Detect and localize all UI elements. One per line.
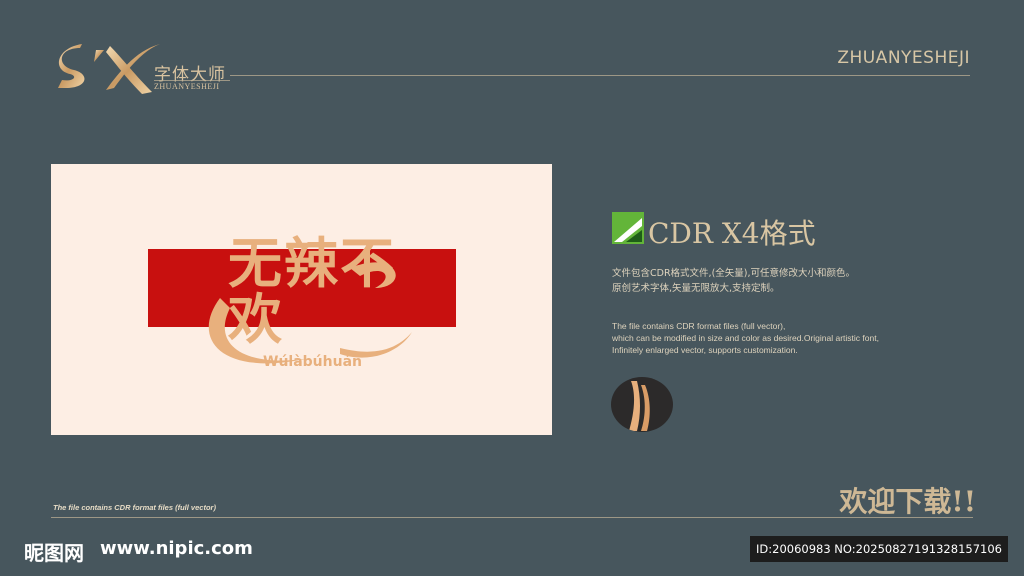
calligraphy-text: 无辣不欢 (228, 232, 396, 351)
welcome-text: 欢迎下载!! (839, 485, 976, 518)
pinyin-label: Wúlàbúhuán (263, 354, 362, 370)
site-url[interactable]: www.nipic.com (100, 538, 253, 559)
description-en-line-3: Infinitely enlarged vector, supports cus… (612, 345, 798, 355)
description-en-line-1: The file contains CDR format files (full… (612, 321, 786, 331)
brand-name: ZHUANYESHEJI (837, 48, 970, 68)
logo-underline (154, 80, 230, 81)
description-cn-line-1: 文件包含CDR格式文件,(全矢量),可任意修改大小和颜色。 (612, 268, 856, 279)
description-en-line-2: which can be modified in size and color … (612, 333, 879, 343)
format-title: CDR X4格式 (648, 217, 816, 250)
logo-english-name: ZHUANYESHEJI (154, 82, 220, 91)
description-cn-line-2: 原创艺术字体,矢量无限放大,支持定制。 (612, 283, 780, 294)
footer-rule (51, 517, 973, 518)
header-rule (230, 75, 970, 76)
site-name: 昵图网 (24, 541, 84, 565)
coreldraw-icon (612, 212, 644, 244)
image-id-label: ID:20060983 NO:20250827191328157106 (750, 536, 1008, 562)
brush-thumbnail (611, 377, 673, 432)
footer-note: The file contains CDR format files (full… (53, 503, 216, 512)
logo-sx-mark (52, 40, 164, 98)
